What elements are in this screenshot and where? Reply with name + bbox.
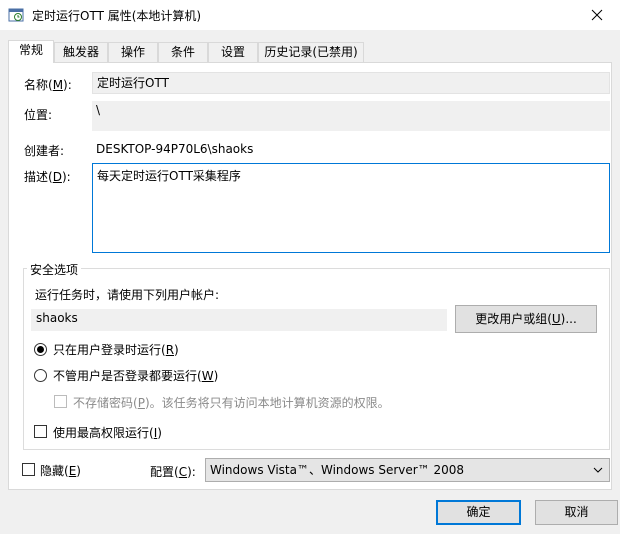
tab-label: 常规 bbox=[18, 43, 43, 57]
tab-label: 触发器 bbox=[62, 45, 99, 59]
name-label: 名称(M): bbox=[24, 78, 72, 92]
security-options-title: 安全选项 bbox=[27, 261, 82, 278]
description-label: 描述(D): bbox=[24, 170, 71, 184]
general-tab-panel: 名称(M): 定时运行OTT 位置: \ 创建者: DESKTOP-94P70L… bbox=[8, 62, 612, 490]
tab-label: 操作 bbox=[120, 45, 145, 59]
tab-label: 历史记录(已禁用) bbox=[264, 45, 358, 59]
description-input[interactable]: 每天定时运行OTT采集程序 bbox=[92, 163, 610, 253]
task-scheduler-icon bbox=[8, 7, 24, 23]
tab-general[interactable]: 常规 bbox=[8, 40, 54, 63]
run-highest-privileges-label: 使用最高权限运行(I) bbox=[53, 426, 162, 440]
run-whether-logged-on-radio[interactable] bbox=[34, 369, 47, 382]
author-label: 创建者: bbox=[24, 144, 65, 158]
run-only-logged-on-label: 只在用户登录时运行(R) bbox=[53, 343, 179, 357]
name-field[interactable]: 定时运行OTT bbox=[92, 72, 610, 94]
tab-conditions[interactable]: 条件 bbox=[158, 42, 208, 62]
run-as-prompt: 运行任务时，请使用下列用户帐户: bbox=[35, 288, 220, 302]
close-button[interactable] bbox=[574, 0, 620, 30]
change-user-button[interactable]: 更改用户或组(U)... bbox=[455, 305, 597, 333]
tab-actions[interactable]: 操作 bbox=[108, 42, 158, 62]
do-not-store-password-checkbox[interactable] bbox=[54, 395, 67, 408]
tab-settings[interactable]: 设置 bbox=[208, 42, 258, 62]
tab-triggers[interactable]: 触发器 bbox=[54, 42, 108, 62]
run-whether-logged-on-label: 不管用户是否登录都要运行(W) bbox=[53, 369, 219, 383]
configure-for-select[interactable]: Windows Vista™、Windows Server™ 2008 bbox=[205, 458, 610, 482]
hidden-checkbox[interactable] bbox=[22, 463, 35, 476]
run-highest-privileges-checkbox[interactable] bbox=[34, 425, 47, 438]
do-not-store-password-label: 不存储密码(P)。该任务将只有访问本地计算机资源的权限。 bbox=[73, 396, 390, 410]
location-field[interactable]: \ bbox=[92, 101, 610, 131]
tab-label: 设置 bbox=[220, 45, 245, 59]
configure-for-value: Windows Vista™、Windows Server™ 2008 bbox=[210, 463, 465, 477]
location-label: 位置: bbox=[24, 108, 53, 122]
tab-label: 条件 bbox=[170, 45, 195, 59]
chevron-down-icon bbox=[593, 467, 603, 473]
author-value: DESKTOP-94P70L6\shaoks bbox=[96, 142, 254, 156]
hidden-label: 隐藏(E) bbox=[40, 464, 81, 478]
user-account-field[interactable]: shaoks bbox=[31, 309, 447, 331]
window-title: 定时运行OTT 属性(本地计算机) bbox=[32, 9, 202, 23]
cancel-button[interactable]: 取消 bbox=[535, 500, 618, 525]
configure-for-label: 配置(C): bbox=[150, 465, 196, 479]
tab-strip: 常规 触发器 操作 条件 设置 历史记录(已禁用) bbox=[8, 40, 612, 63]
close-icon bbox=[591, 9, 603, 21]
title-bar: 定时运行OTT 属性(本地计算机) bbox=[0, 0, 620, 30]
tab-history[interactable]: 历史记录(已禁用) bbox=[258, 42, 364, 62]
ok-button[interactable]: 确定 bbox=[436, 500, 521, 525]
run-only-logged-on-radio[interactable] bbox=[34, 343, 47, 356]
